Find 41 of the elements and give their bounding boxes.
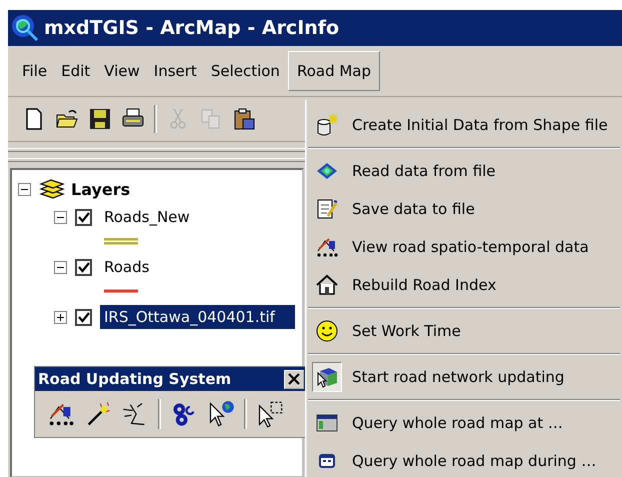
menu-item[interactable]: Query whole road map at … <box>306 404 622 442</box>
select-cursor-icon[interactable] <box>256 400 284 428</box>
menu-item[interactable]: Save data to file <box>306 190 622 228</box>
expand-toggle[interactable] <box>54 210 67 224</box>
menu-item[interactable]: Start road network updating <box>306 358 622 396</box>
close-icon <box>288 373 300 385</box>
cube-cursor-icon <box>315 365 339 389</box>
notepad-icon <box>315 197 339 221</box>
close-button[interactable] <box>284 370 304 388</box>
menu-item[interactable]: Rebuild Road Index <box>306 266 622 304</box>
menu-item[interactable]: Insert <box>148 57 203 85</box>
layers-stack-icon <box>37 178 65 200</box>
menu-item[interactable]: Create Initial Data from Shape file <box>306 106 622 144</box>
menu-item[interactable]: Query whole road map during … <box>306 442 622 477</box>
expand-toggle[interactable] <box>54 260 67 274</box>
menu-item[interactable]: View road spatio-temporal data <box>306 228 622 266</box>
paste-icon[interactable] <box>232 107 256 131</box>
layer-name[interactable]: Roads <box>100 255 154 279</box>
toolbar-title: Road Updating System <box>38 370 232 388</box>
layer-checkbox[interactable] <box>75 308 92 326</box>
layer-name[interactable]: IRS_Ottawa_040401.tif <box>100 305 295 329</box>
collapse-toggle[interactable] <box>18 182 31 196</box>
house-icon <box>315 273 339 297</box>
globe-magnifier-icon <box>10 13 40 43</box>
menu-item[interactable]: Edit <box>55 57 96 85</box>
layer-name[interactable]: Roads_New <box>100 205 194 229</box>
layers-label[interactable]: Layers <box>71 180 130 198</box>
layer-checkbox[interactable] <box>75 208 92 226</box>
menu-item[interactable]: File <box>16 57 54 85</box>
globe-cursor-icon[interactable] <box>207 400 235 428</box>
database-icon <box>315 113 339 137</box>
expand-toggle[interactable] <box>54 310 67 324</box>
menu-item[interactable]: View <box>98 57 146 85</box>
menu-item[interactable]: Selection <box>204 57 286 85</box>
layer-checkbox[interactable] <box>75 258 92 276</box>
window-title: mxdTGIS - ArcMap - ArcInfo <box>44 17 340 39</box>
menu-item[interactable]: Read data from file <box>306 152 622 190</box>
smiley-icon <box>315 319 339 343</box>
menu-item[interactable]: Road Map <box>288 51 380 91</box>
save-icon[interactable] <box>88 107 112 131</box>
menu-item[interactable]: Set Work Time <box>306 312 622 350</box>
